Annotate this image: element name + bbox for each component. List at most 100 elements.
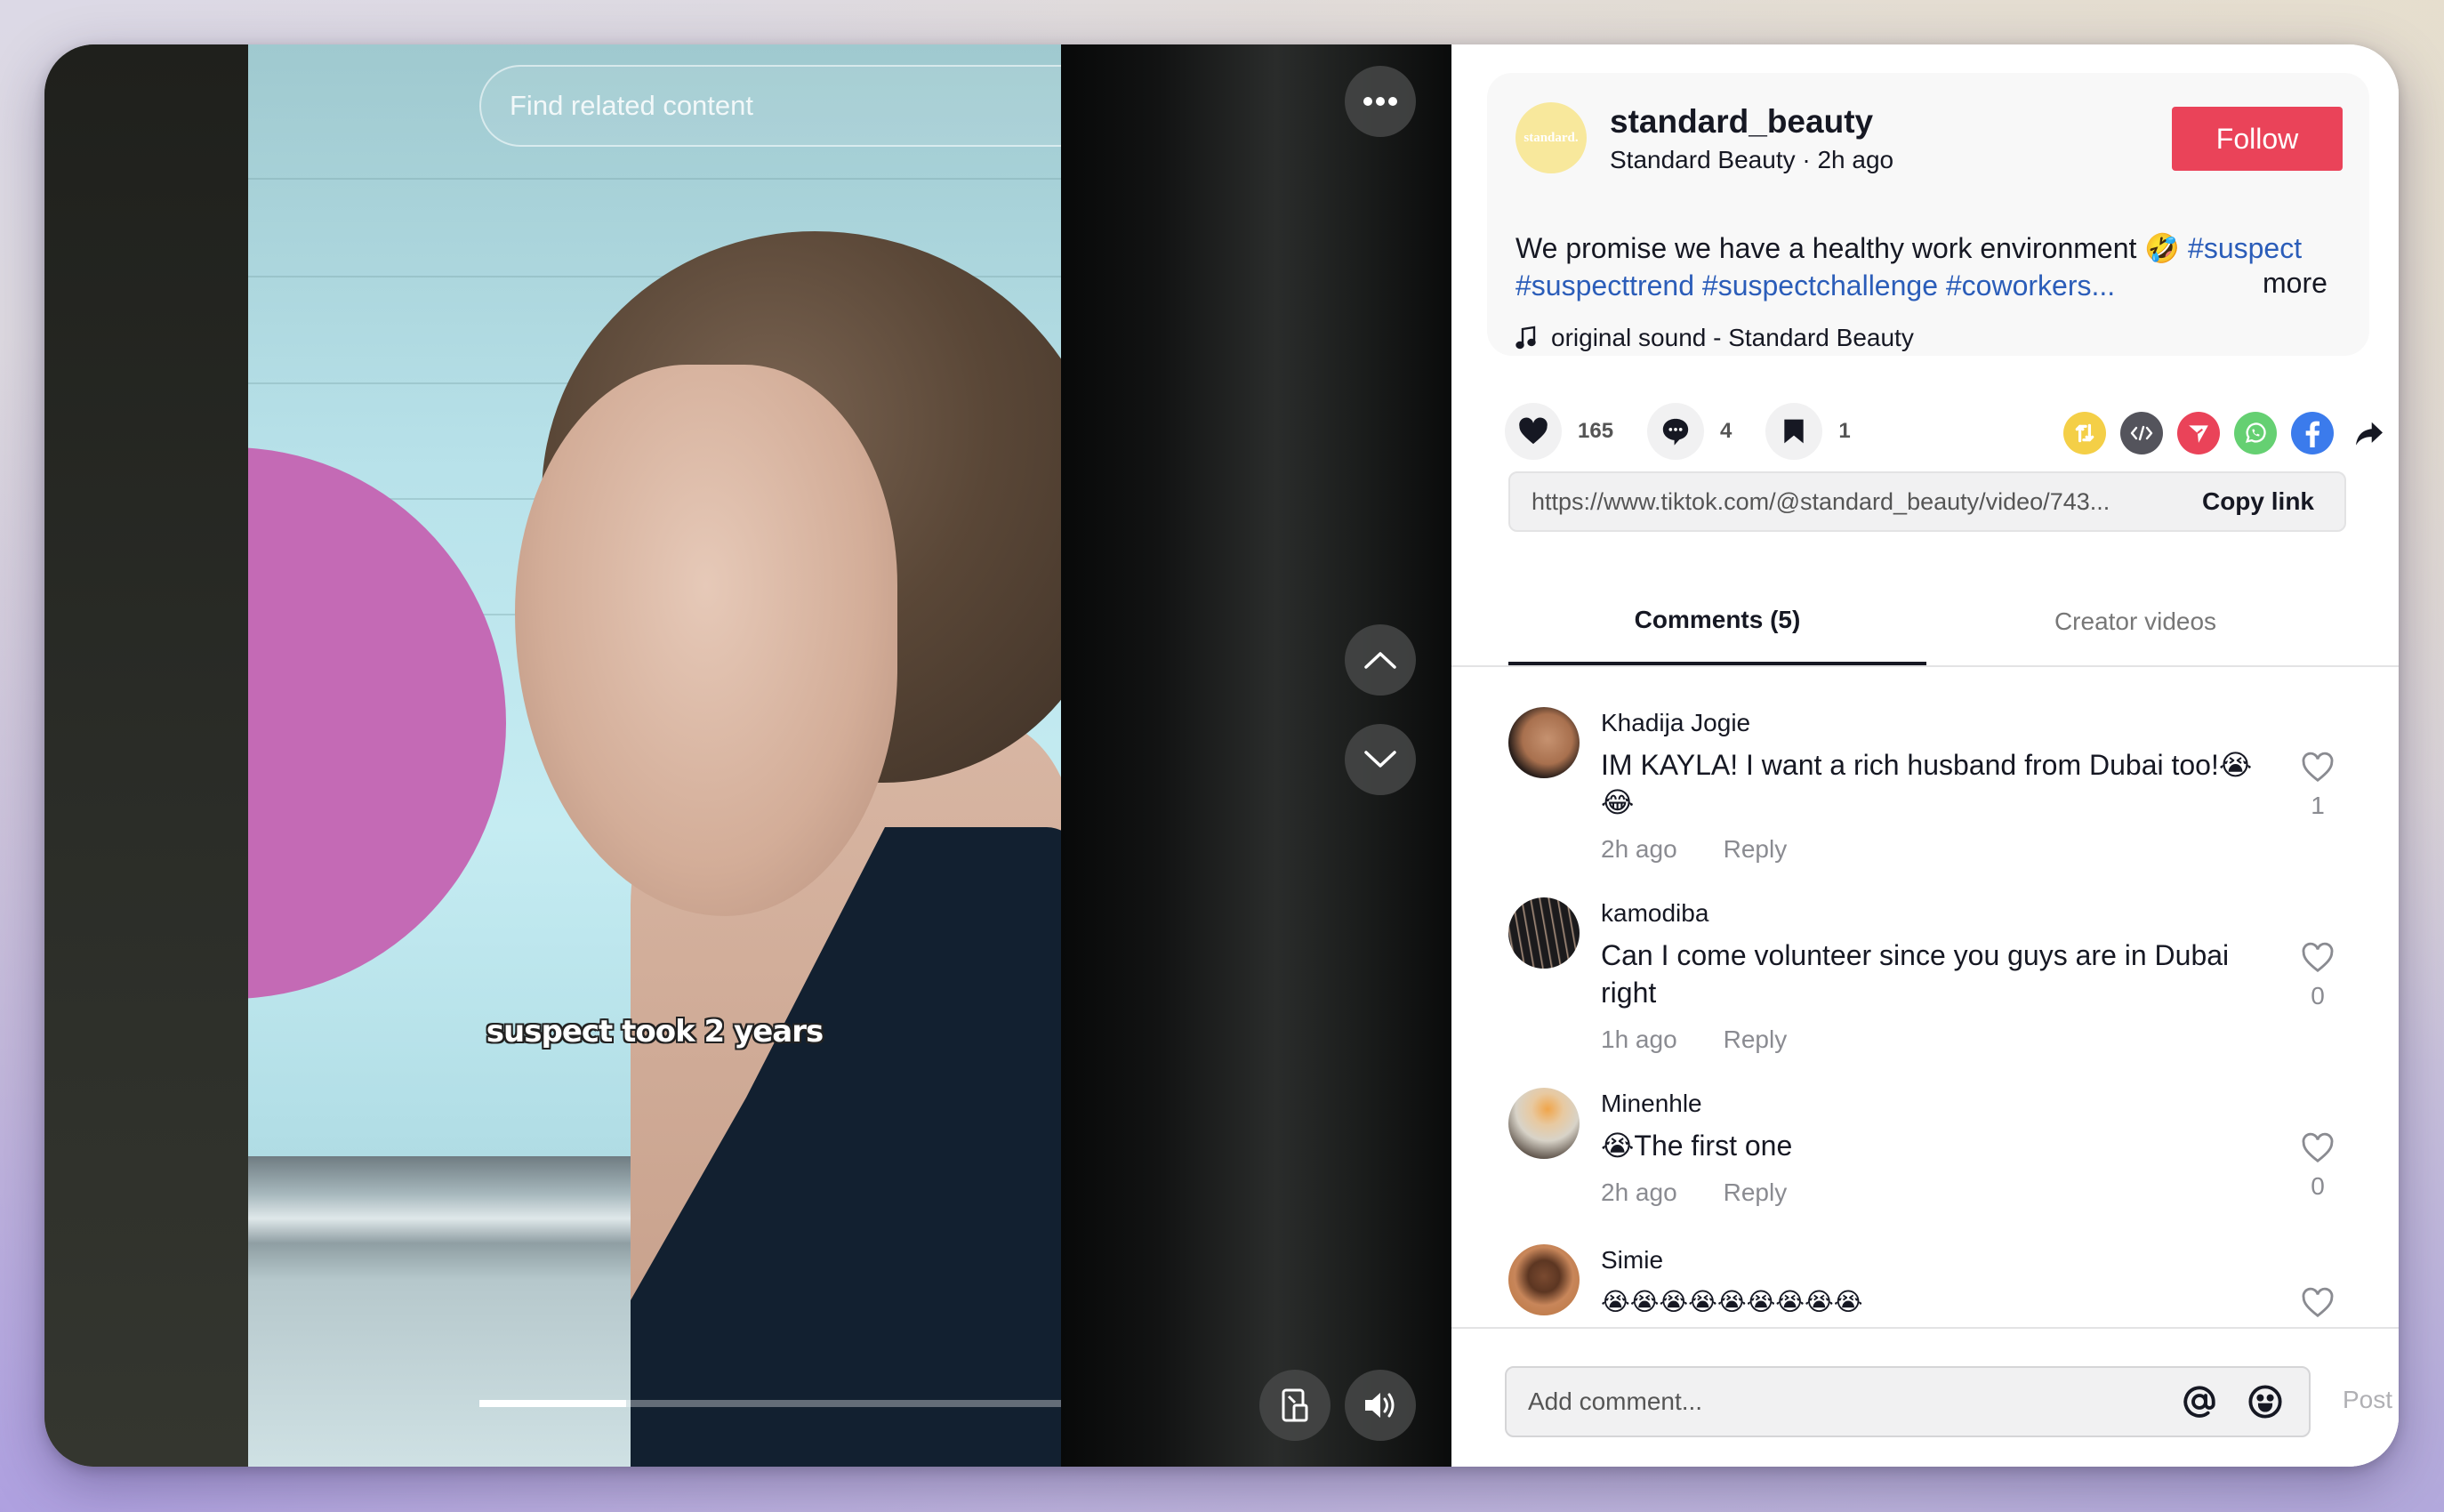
previous-video-button[interactable]: [1345, 624, 1416, 696]
commenter-name[interactable]: Khadija Jogie: [1601, 709, 1750, 737]
comment-item: Khadija Jogie IM KAYLA! I want a rich hu…: [1508, 707, 2380, 867]
comment-circle: [1647, 403, 1705, 460]
post-comment-button[interactable]: Post: [2343, 1386, 2392, 1414]
hashtag-link[interactable]: #suspecttrend: [1515, 269, 1694, 302]
comment-item: kamodiba Can I come volunteer since you …: [1508, 897, 2380, 1058]
reply-button[interactable]: Reply: [1724, 1178, 1788, 1207]
more-horizontal-icon: [1363, 97, 1397, 106]
related-search-input[interactable]: [481, 90, 1061, 122]
commenter-name[interactable]: kamodiba: [1601, 899, 1708, 928]
heart-icon: [1519, 417, 1548, 445]
pink-wall-circle: [248, 447, 506, 999]
whatsapp-share-button[interactable]: [2234, 412, 2277, 454]
comment-list[interactable]: Khadija Jogie IM KAYLA! I want a rich hu…: [1451, 669, 2399, 1375]
sound-link[interactable]: original sound - Standard Beauty: [1515, 324, 1914, 352]
video-stage: suspect took 2 years 00:05/00:20: [44, 44, 1451, 1467]
facebook-icon: [2305, 421, 2319, 447]
hashtag-link[interactable]: #suspectchallenge: [1702, 269, 1938, 302]
more-options-button[interactable]: [1345, 66, 1416, 137]
author-username[interactable]: standard_beauty: [1610, 103, 1873, 141]
tab-comments[interactable]: Comments (5): [1508, 578, 1926, 665]
whatsapp-icon: [2245, 422, 2266, 443]
video-progress-fill: [479, 1400, 626, 1407]
comment-meta: 1h ago Reply: [1601, 1025, 1787, 1054]
video-progress-bar[interactable]: [479, 1400, 1061, 1407]
video-link-url[interactable]: https://www.tiktok.com/@standard_beauty/…: [1532, 488, 2110, 516]
commenter-avatar[interactable]: [1508, 707, 1580, 778]
author-avatar[interactable]: standard.: [1515, 102, 1587, 173]
video-player[interactable]: suspect took 2 years 00:05/00:20: [248, 44, 1061, 1467]
like-button[interactable]: 165: [1505, 403, 1613, 460]
heart-outline-icon: [2302, 752, 2334, 783]
comment-button[interactable]: 4: [1647, 403, 1732, 460]
music-note-icon: [1515, 326, 1536, 350]
comment-composer: Post: [1451, 1327, 2399, 1467]
heart-outline-icon: [2302, 1287, 2334, 1318]
share-link-box: https://www.tiktok.com/@standard_beauty/…: [1508, 471, 2346, 532]
follow-button[interactable]: Follow: [2172, 107, 2343, 171]
at-mention-icon: [2183, 1386, 2215, 1418]
reply-button[interactable]: Reply: [1724, 1025, 1788, 1054]
comment-like-count: 0: [2311, 982, 2325, 1009]
bookmark-icon: [1784, 419, 1805, 444]
share-arrow-icon: [2356, 422, 2383, 446]
comment-input-box[interactable]: [1505, 1366, 2311, 1437]
floating-player-button[interactable]: [1259, 1370, 1331, 1441]
next-video-button[interactable]: [1345, 724, 1416, 795]
comment-time: 2h ago: [1601, 835, 1677, 863]
commenter-name[interactable]: Simie: [1601, 1246, 1663, 1275]
comment-item: Minenhle 😭The first one 2h ago Reply 0: [1508, 1088, 2380, 1212]
comment-like-button[interactable]: 0: [2291, 942, 2344, 1010]
commenter-avatar[interactable]: [1508, 1088, 1580, 1159]
post-info-card: standard. standard_beauty Standard Beaut…: [1487, 73, 2369, 356]
more-share-button[interactable]: [2348, 412, 2391, 454]
expand-description-button[interactable]: more: [2263, 267, 2327, 300]
comment-bubble-icon: [1662, 418, 1689, 446]
send-paper-plane-icon: [2189, 425, 2208, 443]
emoji-button[interactable]: [2243, 1379, 2287, 1424]
comment-meta: 2h ago Reply: [1601, 1178, 1787, 1207]
commenter-avatar[interactable]: [1508, 897, 1580, 969]
volume-icon: [1365, 1393, 1395, 1418]
comment-time: 1h ago: [1601, 1025, 1677, 1053]
comment-meta: 2h ago Reply: [1601, 835, 1787, 864]
heart-outline-icon: [2302, 1132, 2334, 1163]
facebook-share-button[interactable]: [2291, 412, 2334, 454]
commenter-avatar[interactable]: [1508, 1244, 1580, 1315]
favorite-count: 1: [1838, 419, 1851, 443]
mention-button[interactable]: [2177, 1379, 2222, 1424]
share-targets: [2063, 412, 2391, 454]
panel-tabs: Comments (5) Creator videos: [1451, 578, 2399, 667]
embed-button[interactable]: [2120, 412, 2163, 454]
blurred-backdrop-left: [44, 44, 248, 1467]
reply-button[interactable]: Reply: [1724, 835, 1788, 864]
person-face: [515, 365, 897, 916]
hashtag-link[interactable]: #coworkers...: [1946, 269, 2115, 302]
video-detail-window: suspect took 2 years 00:05/00:20: [44, 44, 2399, 1467]
comment-like-button[interactable]: 1: [2291, 752, 2344, 820]
author-subline: Standard Beauty · 2h ago: [1610, 146, 1894, 173]
comment-text: Can I come volunteer since you guys are …: [1601, 939, 2230, 1009]
repost-button[interactable]: [2063, 412, 2106, 454]
comment-like-button[interactable]: 0: [2291, 1132, 2344, 1201]
heart-outline-icon: [2302, 942, 2334, 973]
favorite-button[interactable]: 1: [1765, 403, 1851, 460]
commenter-name[interactable]: Minenhle: [1601, 1090, 1702, 1118]
send-to-friends-button[interactable]: [2177, 412, 2220, 454]
comment-text: 😭The first one: [1601, 1130, 1793, 1162]
repost-icon: [2075, 423, 2094, 443]
floating-player-icon: [1282, 1388, 1308, 1422]
copy-link-button[interactable]: Copy link: [2202, 487, 2314, 516]
comment-count: 4: [1720, 419, 1733, 443]
tab-creator-videos[interactable]: Creator videos: [1926, 578, 2344, 665]
comment-text: 😭😭😭😭😭😭😭😭😭: [1601, 1288, 1863, 1315]
related-search-box[interactable]: [479, 65, 1061, 147]
chevron-down-icon: [1364, 751, 1396, 768]
volume-button[interactable]: [1345, 1370, 1416, 1441]
like-circle: [1505, 403, 1562, 460]
comment-input[interactable]: [1528, 1387, 2156, 1416]
like-count: 165: [1578, 419, 1614, 443]
comment-like-count: 1: [2311, 792, 2325, 819]
hashtag-link[interactable]: #suspect: [2188, 232, 2302, 264]
emoji-face-icon: [2248, 1385, 2282, 1419]
